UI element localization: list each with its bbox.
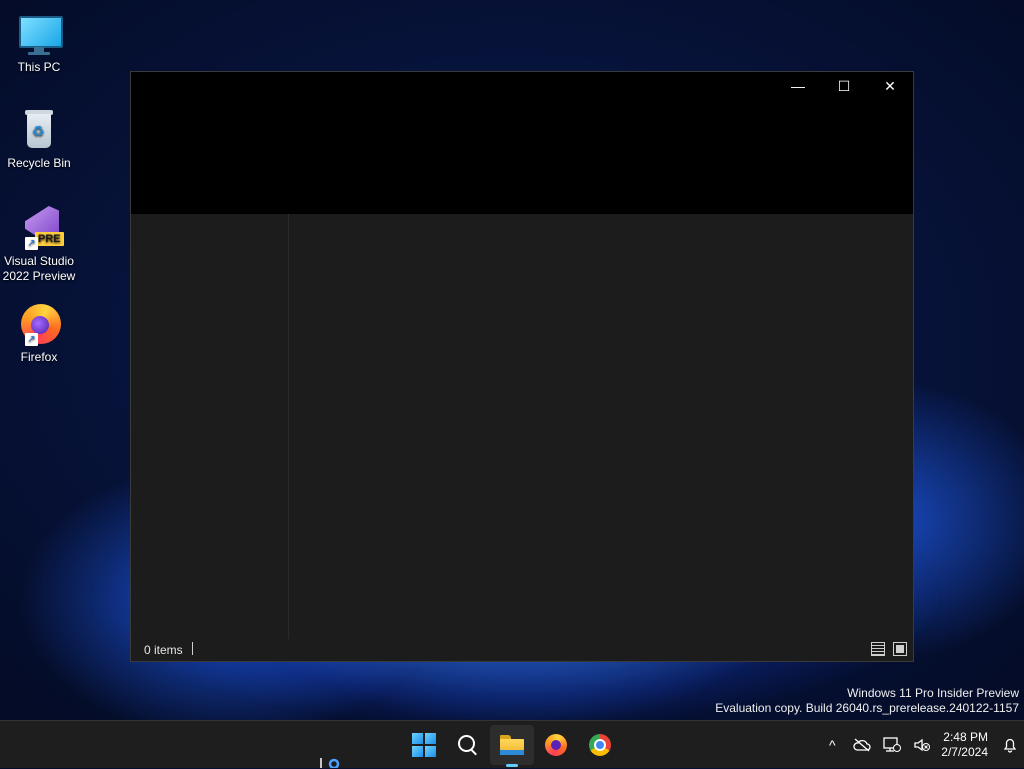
window-body: 0 items	[131, 214, 913, 661]
watermark-line: Windows 11 Pro Insider Preview	[847, 686, 1019, 700]
item-count: 0 items	[144, 643, 183, 657]
desktop-icon-visual-studio[interactable]: PRE ↗ Visual Studio 2022 Preview	[2, 204, 76, 284]
search-button[interactable]	[446, 721, 490, 769]
firefox-icon: ↗	[15, 300, 63, 348]
firefox-icon	[545, 734, 567, 756]
file-explorer-button[interactable]	[490, 725, 534, 767]
minimize-button[interactable]: —	[775, 72, 821, 100]
bell-icon	[1003, 738, 1017, 753]
volume-muted-icon[interactable]	[907, 721, 937, 769]
details-view-icon[interactable]	[871, 642, 885, 656]
visual-studio-icon: PRE ↗	[15, 204, 64, 252]
chevron-up-icon: ^	[828, 737, 836, 753]
clock[interactable]: 2:48 PM 2/7/2024	[937, 730, 996, 760]
shortcut-arrow-icon: ↗	[25, 333, 38, 346]
monitor-icon	[15, 10, 63, 58]
clock-time: 2:48 PM	[943, 730, 988, 744]
watermark-line: Evaluation copy. Build 26040.rs_prerelea…	[715, 701, 1019, 715]
desktop-icon-label: Firefox	[20, 350, 58, 364]
status-bar: 0 items	[131, 639, 913, 661]
recycle-bin-icon: ♻	[15, 106, 63, 154]
start-icon	[412, 733, 436, 757]
taskbar: ^ 2:48 PM 2/7/2024	[0, 720, 1024, 768]
desktop-icon-firefox[interactable]: ↗ Firefox	[2, 300, 76, 365]
onedrive-offline-icon[interactable]	[847, 721, 877, 769]
title-bar[interactable]: — ☐ ✕	[131, 72, 913, 214]
window-controls: — ☐ ✕	[775, 72, 913, 100]
search-icon	[457, 734, 479, 756]
evaluation-watermark: Windows 11 Pro Insider Preview Evaluatio…	[715, 686, 1019, 716]
busy-cursor-icon	[320, 758, 340, 769]
desktop-icon-this-pc[interactable]: This PC	[2, 10, 76, 75]
preview-badge: PRE	[35, 232, 64, 246]
shortcut-arrow-icon: ↗	[25, 237, 38, 250]
status-divider	[192, 642, 193, 655]
taskbar-pinned	[402, 721, 622, 769]
desktop-icon-label: This PC	[17, 60, 61, 74]
network-icon[interactable]	[877, 721, 907, 769]
start-button[interactable]	[402, 721, 446, 769]
maximize-button[interactable]: ☐	[821, 72, 867, 100]
chrome-button[interactable]	[578, 721, 622, 769]
navigation-pane[interactable]	[131, 214, 289, 639]
desktop-icon-label: Recycle Bin	[7, 156, 71, 170]
firefox-button[interactable]	[534, 721, 578, 769]
clock-date: 2/7/2024	[941, 745, 988, 759]
system-tray: ^ 2:48 PM 2/7/2024	[817, 721, 1024, 769]
file-explorer-window: — ☐ ✕ 0 items	[130, 71, 914, 662]
show-hidden-icons-button[interactable]: ^	[817, 721, 847, 769]
desktop-icon-label: Visual Studio 2022 Preview	[2, 254, 76, 283]
desktop-icon-recycle-bin[interactable]: ♻ Recycle Bin	[2, 106, 76, 171]
close-button[interactable]: ✕	[867, 72, 913, 100]
content-pane[interactable]	[289, 214, 913, 639]
chrome-icon	[589, 734, 611, 756]
notifications-button[interactable]	[996, 721, 1024, 769]
large-icons-view-icon[interactable]	[893, 642, 907, 656]
file-explorer-icon	[500, 735, 524, 755]
